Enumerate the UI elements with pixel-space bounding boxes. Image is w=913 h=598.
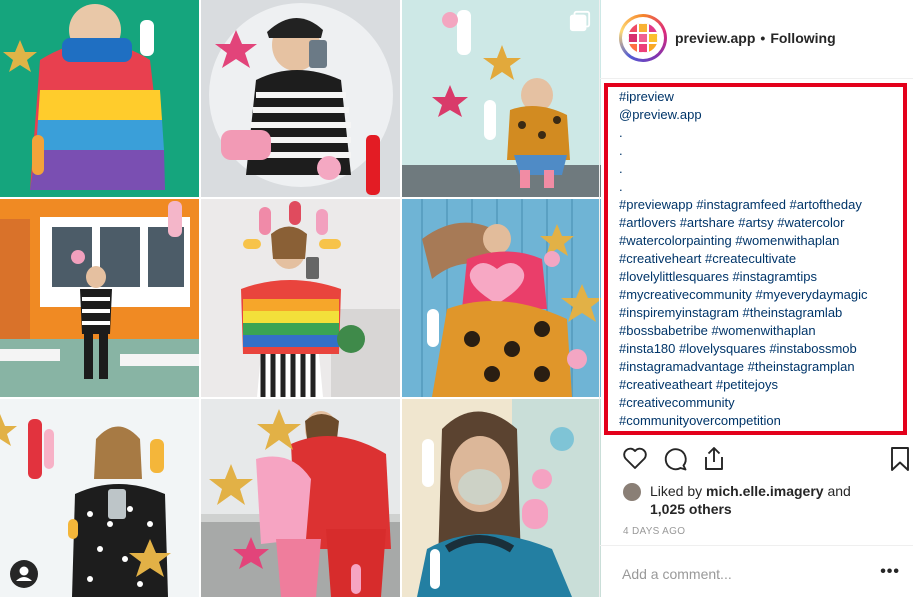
caption-line[interactable]: #insta180 #lovelysquares #instabossmob [619, 340, 909, 358]
bookmark-icon[interactable] [890, 446, 910, 472]
liker-username[interactable]: mich.elle.imagery [706, 483, 824, 499]
post-actions-bar [600, 446, 913, 476]
grid-photo-2 [201, 0, 400, 197]
likes-count[interactable]: 1,025 others [650, 501, 732, 517]
liked-by-and: and [827, 483, 851, 499]
caption-line[interactable]: #previewapp #instagramfeed #artoftheday [619, 196, 909, 214]
caption-line[interactable]: #artlovers #artshare #artsy #watercolor [619, 214, 909, 232]
caption-line: . [619, 179, 623, 194]
following-button[interactable]: Following [770, 30, 835, 46]
caption-line: . [619, 125, 623, 140]
multiple-photos-icon [569, 10, 591, 32]
caption-line[interactable]: #instagramadvantage #theinstagramplan [619, 358, 909, 376]
caption-line[interactable]: #creativeheart #createcultivate [619, 250, 909, 268]
post-details-panel: preview.app • Following #ipreview @preview… [599, 0, 913, 597]
comment-icon[interactable] [662, 446, 688, 472]
more-options-icon[interactable]: ••• [880, 563, 900, 581]
grid-photo-3 [402, 0, 601, 197]
grid-photo-7 [0, 399, 199, 597]
caption-line[interactable]: #mycreativecommunity #myeverydaymagic [619, 286, 909, 304]
caption-line[interactable]: #communityovercompetition [619, 412, 909, 430]
grid-photo-5 [201, 199, 400, 397]
header-separator: • [760, 30, 766, 46]
post-timestamp[interactable]: 4 DAYS AGO [623, 526, 685, 537]
instagram-post: preview.app • Following #ipreview @preview… [0, 0, 913, 597]
profile-avatar[interactable] [619, 14, 667, 62]
comment-input[interactable]: Add a comment... [622, 566, 732, 582]
caption-line: . [619, 161, 623, 176]
grid-photo-8 [201, 399, 400, 597]
caption-line[interactable]: @preview.app [619, 106, 909, 124]
caption-line[interactable]: #creativecommunity [619, 394, 909, 412]
likes-text: Liked by mich.elle.imagery and 1,025 oth… [650, 482, 890, 518]
avatar-ring-inner [622, 17, 664, 59]
comment-bar: Add a comment... ••• [600, 545, 913, 598]
grid-photo-4 [0, 199, 199, 397]
liker-avatar[interactable] [623, 483, 641, 501]
share-icon[interactable] [702, 446, 726, 472]
caption-line[interactable]: #creativeatheart #petitejoys [619, 376, 909, 394]
liked-by-label: Liked by [650, 483, 703, 499]
heart-icon[interactable] [622, 446, 648, 470]
caption-line: . [619, 143, 623, 158]
preview-app-logo [628, 23, 658, 53]
caption-line[interactable]: #watercolorpainting #womenwithaplan [619, 232, 909, 250]
caption-line[interactable]: #lovelylittlesquares #instagramtips [619, 268, 909, 286]
caption-line[interactable]: #ipreview [619, 88, 909, 106]
post-image-grid[interactable] [0, 0, 601, 597]
post-author-line: preview.app • Following [675, 30, 836, 46]
caption-line[interactable]: #inspiremyinstagram #theinstagramlab [619, 304, 909, 322]
grid-photo-1 [0, 0, 199, 197]
grid-photo-6 [402, 199, 601, 397]
post-author-username[interactable]: preview.app [675, 30, 755, 46]
user-tag-icon[interactable] [10, 560, 38, 588]
post-header: preview.app • Following [600, 0, 913, 79]
grid-photo-9 [402, 399, 601, 597]
caption-line[interactable]: #bossbabetribe #womenwithaplan [619, 322, 909, 340]
post-caption: #ipreview @preview.app . . . . #previewa… [619, 88, 909, 430]
